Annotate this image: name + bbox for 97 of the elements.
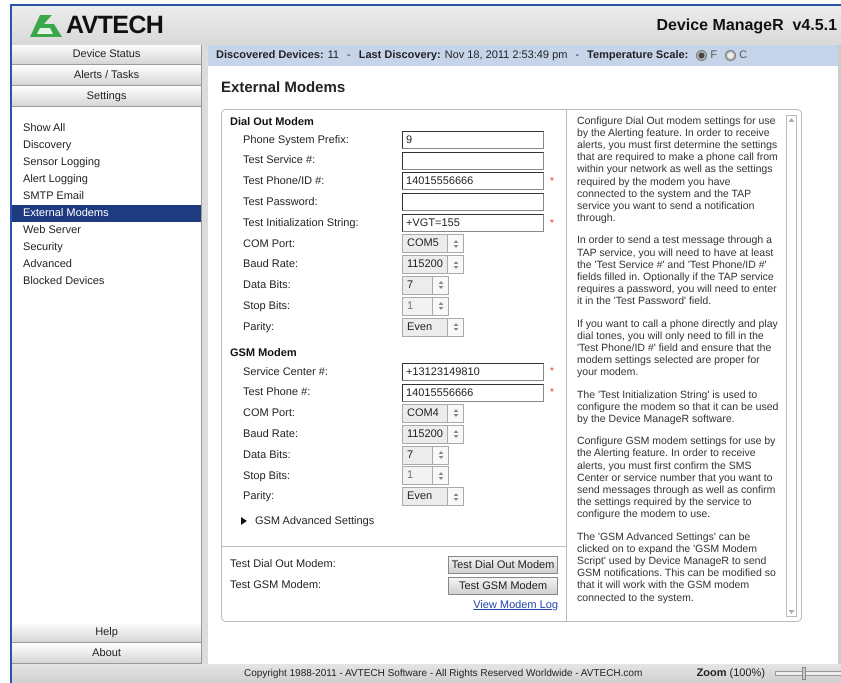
help-text: If you want to call a phone directly and play dial tones, you will only need to fill in the 'Test Phone/ID #' field and ensure that the modem settings selected are proper for your modem.: [577, 318, 779, 379]
nav-button[interactable]: Settings: [12, 87, 201, 107]
settings-item[interactable]: Sensor Logging: [12, 154, 201, 171]
spinner-icon: [452, 322, 458, 332]
radio-button[interactable]: [725, 50, 736, 61]
field-label: COM Port:: [242, 236, 296, 252]
zoom-value: (100%): [730, 666, 765, 682]
advanced-toggle[interactable]: GSM Advanced Settings: [230, 512, 558, 530]
select-field[interactable]: Even: [402, 487, 464, 506]
input-field[interactable]: +13123149810: [402, 362, 544, 381]
field-label: Stop Bits:: [242, 468, 292, 484]
settings-item[interactable]: Alert Logging: [12, 171, 201, 188]
select-field[interactable]: 7: [402, 276, 449, 295]
input-field[interactable]: +VGT=155: [402, 214, 544, 232]
required-mark: *: [550, 174, 554, 189]
select-field[interactable]: COM5: [402, 234, 464, 254]
input-field[interactable]: 14015556666: [402, 172, 544, 190]
separator: -: [575, 48, 580, 64]
select-field[interactable]: 115200: [402, 255, 464, 274]
logo-icon: [30, 14, 62, 36]
test-label: Test GSM Modem:: [230, 578, 322, 594]
spinner-icon: [438, 470, 444, 481]
field-label: Test Password:: [242, 195, 319, 210]
help-text: Configure GSM modem settings for use by the Alerting feature. In order to receive alerts, you must first confirm the SMS Center or service number that you want to send messages through as well as confirm the settings required by the service to configure the modem to use.: [577, 435, 776, 521]
triangle-icon: [241, 517, 247, 526]
field-label: Parity:: [242, 489, 276, 504]
field-label: Parity:: [242, 320, 276, 335]
field-label: Test Phone/ID #:: [242, 174, 326, 190]
radio-label: F: [710, 48, 718, 64]
spinner-icon: [452, 429, 458, 440]
field-label: Data Bits:: [242, 278, 292, 294]
settings-item[interactable]: SMTP Email: [12, 188, 201, 205]
info-label: Discovered Devices:: [216, 48, 324, 64]
field-label: Test Phone #:: [242, 385, 312, 400]
spinner-icon: [452, 260, 458, 270]
spinner-icon: [452, 492, 458, 502]
page-title: External Modems: [221, 78, 346, 98]
slider-thumb[interactable]: [802, 667, 806, 680]
nav-button[interactable]: About: [12, 644, 201, 664]
field-label: Baud Rate:: [242, 257, 300, 272]
nav-button[interactable]: Device Status: [12, 45, 201, 65]
settings-item[interactable]: Discovery: [12, 137, 201, 154]
settings-item[interactable]: Security: [12, 239, 201, 256]
settings-item[interactable]: Blocked Devices: [12, 273, 201, 290]
radio-label: C: [739, 48, 748, 64]
spinner-icon: [438, 301, 444, 312]
separator: -: [347, 48, 351, 64]
spinner-icon: [438, 280, 444, 290]
info-value: Nov 18, 2011 2:53:49 pm: [444, 48, 568, 64]
field-label: Data Bits:: [242, 448, 292, 463]
nav-button[interactable]: Help: [12, 623, 201, 643]
field-label: Stop Bits:: [242, 299, 292, 314]
logo-text: AVTECH: [66, 10, 164, 41]
radio-button[interactable]: [696, 50, 708, 61]
help-text: Configure Dial Out modem settings for use by the Alerting feature. In order to receive alerts, you must first determine the settings that are required to make a phone call from within your network as well as the settings required by the modem you have connected to the system and the TAP service you want to send a notification through.: [577, 114, 779, 224]
help-text: The 'GSM Advanced Settings' can be clicked on to expand the 'GSM Modem Script' used by Device ManageR to send GSM notifications. This can be modified so that it will work with the GSM modem connected to the system.: [577, 530, 777, 604]
field-label: Phone System Prefix:: [242, 132, 350, 148]
settings-item[interactable]: Advanced: [12, 256, 201, 273]
input-field[interactable]: [402, 152, 544, 170]
settings-item[interactable]: Show All: [12, 120, 201, 137]
info-label: Last Discovery:: [358, 48, 441, 64]
section-title: Dial Out Modem: [230, 114, 315, 130]
input-field[interactable]: 14015556666: [402, 384, 544, 402]
field-label: Service Center #:: [242, 364, 329, 380]
settings-item[interactable]: Web Server: [12, 222, 201, 239]
required-mark: *: [550, 386, 554, 400]
select-field[interactable]: Even: [402, 318, 464, 337]
scrollbar[interactable]: [786, 114, 797, 616]
select-field[interactable]: 7: [402, 446, 449, 465]
copyright-text: Copyright 1988-2011 - AVTECH Software - All Rights Reserved Worldwide - AVTECH.com: [244, 667, 642, 681]
section-title: GSM Modem: [230, 346, 298, 362]
app-title: Device ManageR v4.5.1: [656, 16, 838, 36]
input-field[interactable]: 9: [402, 130, 544, 149]
field-label: Test Service #:: [242, 153, 316, 168]
required-mark: *: [550, 365, 554, 380]
info-value: 11: [328, 48, 340, 64]
test-label: Test Dial Out Modem:: [230, 557, 336, 572]
nav-button[interactable]: Alerts / Tasks: [12, 66, 201, 86]
field-label: COM Port:: [242, 406, 296, 422]
field-label: Baud Rate:: [242, 427, 300, 442]
help-text: The 'Test Initialization String' is used to configure the modem so that it can be used by the Device ManageR software.: [577, 388, 780, 426]
select-field[interactable]: 115200: [402, 424, 464, 444]
zoom-label: Zoom: [696, 666, 727, 682]
select-field[interactable]: COM4: [402, 404, 464, 423]
view-log-link[interactable]: View Modem Log: [473, 597, 558, 614]
field-label: Test Initialization String:: [242, 216, 360, 231]
spinner-icon: [452, 408, 458, 418]
help-text: In order to send a test message through a TAP service, you will need to have at least the 'Test Service #' and 'Test Phone/ID #' fields filled in. Optionally if the TAP service requires a password, you will need to enter it in the 'Test Password' field.: [577, 234, 778, 308]
test-button[interactable]: Test Dial Out Modem: [448, 556, 558, 574]
scroll-up-icon[interactable]: [787, 116, 796, 124]
test-button[interactable]: Test GSM Modem: [448, 576, 558, 595]
settings-item[interactable]: External Modems: [12, 205, 201, 222]
spinner-icon: [452, 238, 458, 249]
input-field[interactable]: [402, 193, 544, 212]
required-mark: *: [550, 216, 554, 231]
info-label: Temperature Scale:: [587, 48, 688, 64]
spinner-icon: [438, 450, 444, 460]
